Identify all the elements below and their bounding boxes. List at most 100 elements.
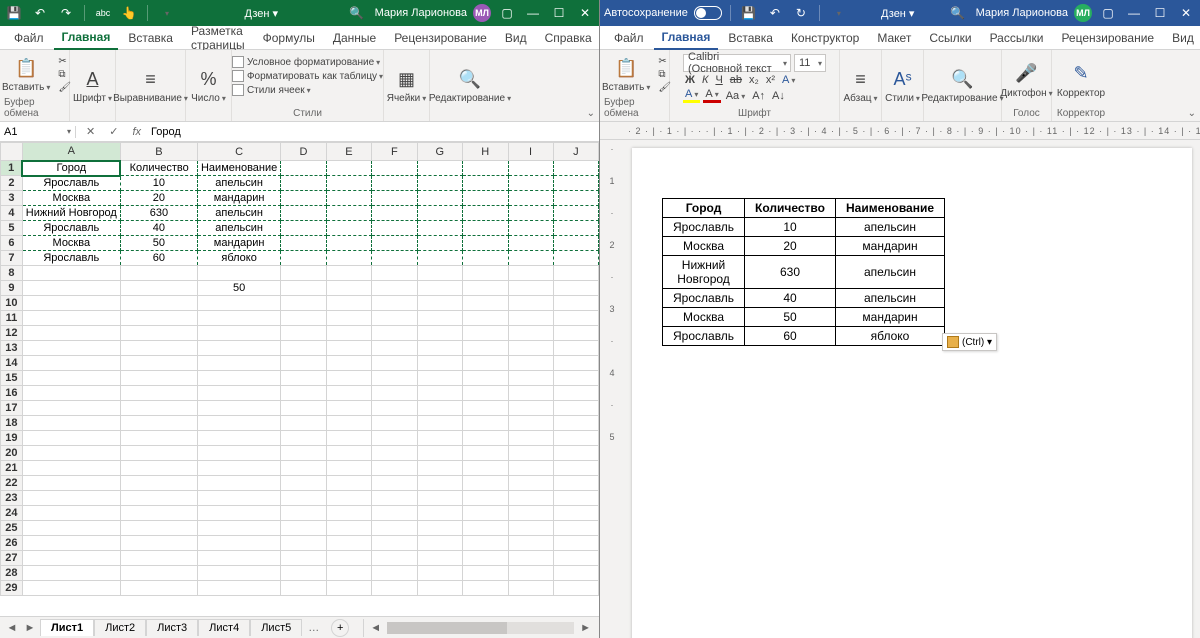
cell[interactable] [372,506,417,521]
cell[interactable] [326,371,371,386]
sheet-tab[interactable]: Лист1 [40,619,94,636]
cell[interactable] [326,566,371,581]
cell[interactable]: апельсин [197,206,280,221]
cell[interactable] [326,446,371,461]
cell[interactable] [372,416,417,431]
table-cell[interactable]: Москва [663,237,745,256]
cell[interactable] [326,161,371,176]
row-header[interactable]: 3 [1,191,23,206]
highlight-button[interactable]: A [683,88,700,103]
cell[interactable] [417,521,463,536]
cell[interactable]: 630 [120,206,197,221]
cell[interactable] [417,236,463,251]
cell[interactable] [553,506,598,521]
cell[interactable] [197,356,280,371]
cell[interactable] [417,371,463,386]
cell[interactable] [326,401,371,416]
cell[interactable] [463,341,508,356]
cell[interactable] [463,566,508,581]
cell[interactable] [197,266,280,281]
cell[interactable] [22,371,120,386]
cell[interactable] [553,446,598,461]
cell[interactable] [463,416,508,431]
cell[interactable] [281,491,326,506]
cell[interactable] [463,446,508,461]
paste-button[interactable]: 📋 Вставить [0,54,54,95]
tab-home[interactable]: Главная [654,26,719,50]
cell[interactable] [463,236,508,251]
cell[interactable] [553,281,598,296]
row-header[interactable]: 17 [1,401,23,416]
cell[interactable]: Ярославль [22,221,120,236]
cell[interactable] [553,191,598,206]
table-cell[interactable]: апельсин [835,289,944,308]
cell[interactable]: 50 [197,281,280,296]
change-case-button[interactable]: Aa [724,90,747,102]
table-cell[interactable]: 60 [745,327,836,346]
cell[interactable] [372,326,417,341]
cell[interactable] [22,581,120,596]
cell[interactable] [372,566,417,581]
cell[interactable] [120,506,197,521]
cell[interactable] [326,356,371,371]
cell[interactable] [417,416,463,431]
font-size-select[interactable]: 11 [794,54,826,72]
cell[interactable] [120,326,197,341]
cell[interactable] [281,536,326,551]
row-header[interactable]: 10 [1,296,23,311]
close-icon[interactable]: ✕ [1176,3,1196,23]
cell[interactable] [508,521,553,536]
tab-help[interactable]: Справка [537,26,600,50]
italic-button[interactable]: К [700,74,710,86]
cell[interactable] [508,266,553,281]
cell[interactable] [22,356,120,371]
cell[interactable] [120,401,197,416]
cell[interactable] [417,491,463,506]
cell[interactable] [553,221,598,236]
cell[interactable] [508,206,553,221]
cell[interactable] [22,401,120,416]
sheet-tab[interactable]: Лист4 [198,619,250,636]
bold-button[interactable]: Ж [683,74,697,86]
cell[interactable] [417,551,463,566]
cell[interactable] [326,476,371,491]
cell[interactable] [197,446,280,461]
cell[interactable] [281,266,326,281]
cell[interactable] [417,401,463,416]
cell[interactable] [22,476,120,491]
cell[interactable] [326,386,371,401]
col-header[interactable]: F [372,143,417,161]
sheet-tab[interactable]: Лист2 [94,619,146,636]
cell[interactable] [508,506,553,521]
add-sheet-button[interactable]: + [331,619,349,637]
save-icon[interactable]: 💾 [739,3,759,23]
cell[interactable] [372,491,417,506]
cell[interactable] [553,461,598,476]
cell[interactable] [417,341,463,356]
cell[interactable] [463,176,508,191]
cell[interactable]: 10 [120,176,197,191]
row-header[interactable]: 20 [1,446,23,461]
cell[interactable] [281,251,326,266]
cell[interactable] [22,266,120,281]
cell[interactable]: 40 [120,221,197,236]
cell[interactable] [463,386,508,401]
ruler-horizontal[interactable]: · 2 · | · 1 · | · · · | · 1 · | · 2 · | … [600,122,1200,140]
cell[interactable] [22,311,120,326]
col-header[interactable]: E [326,143,371,161]
cell[interactable] [508,176,553,191]
cell[interactable] [372,236,417,251]
cell[interactable] [281,506,326,521]
cell[interactable] [281,371,326,386]
cell[interactable] [553,536,598,551]
dictate-button[interactable]: 🎤Диктофон [996,60,1056,101]
cell[interactable] [463,206,508,221]
row-header[interactable]: 19 [1,431,23,446]
table-cell[interactable]: 50 [745,308,836,327]
cell[interactable] [197,401,280,416]
cell[interactable] [508,536,553,551]
cell[interactable] [22,536,120,551]
cell[interactable] [553,206,598,221]
cell[interactable] [372,581,417,596]
cell[interactable] [372,221,417,236]
